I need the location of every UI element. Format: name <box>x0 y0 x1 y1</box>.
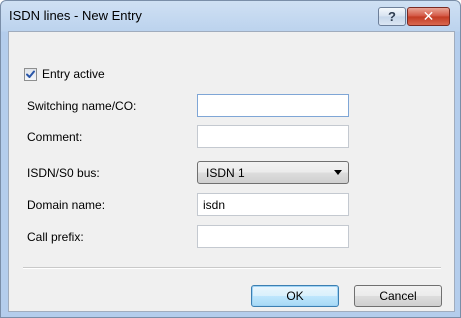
domain-name-input[interactable] <box>197 193 349 216</box>
call-prefix-label: Call prefix: <box>27 230 84 244</box>
isdn-bus-label: ISDN/S0 bus: <box>27 166 100 180</box>
comment-input[interactable] <box>197 125 349 148</box>
help-button[interactable]: ? <box>378 7 406 26</box>
dialog-body: Entry active Switching name/CO: Comment:… <box>8 31 455 312</box>
domain-name-label: Domain name: <box>27 198 106 212</box>
checkmark-icon <box>26 70 35 78</box>
isdn-bus-select[interactable]: ISDN 1 <box>197 161 349 184</box>
switching-name-input[interactable] <box>197 94 349 117</box>
window-title: ISDN lines - New Entry <box>9 8 142 23</box>
switching-name-label: Switching name/CO: <box>27 99 137 113</box>
close-icon: ✕ <box>422 8 435 24</box>
close-button[interactable]: ✕ <box>407 7 450 26</box>
entry-active-checkbox[interactable] <box>24 67 37 81</box>
cancel-button[interactable]: Cancel <box>354 285 442 307</box>
chevron-down-icon <box>334 170 342 175</box>
ok-button[interactable]: OK <box>251 285 339 307</box>
entry-active-label: Entry active <box>42 67 105 81</box>
title-bar[interactable]: ISDN lines - New Entry ? ✕ <box>1 1 460 31</box>
isdn-bus-selected-value: ISDN 1 <box>206 166 245 180</box>
entry-active-checkbox-row[interactable]: Entry active <box>24 66 105 82</box>
call-prefix-input[interactable] <box>197 225 349 248</box>
comment-label: Comment: <box>27 130 83 144</box>
button-separator <box>23 267 441 269</box>
help-icon: ? <box>388 9 396 24</box>
dialog-window: ISDN lines - New Entry ? ✕ Entry active … <box>0 0 461 318</box>
